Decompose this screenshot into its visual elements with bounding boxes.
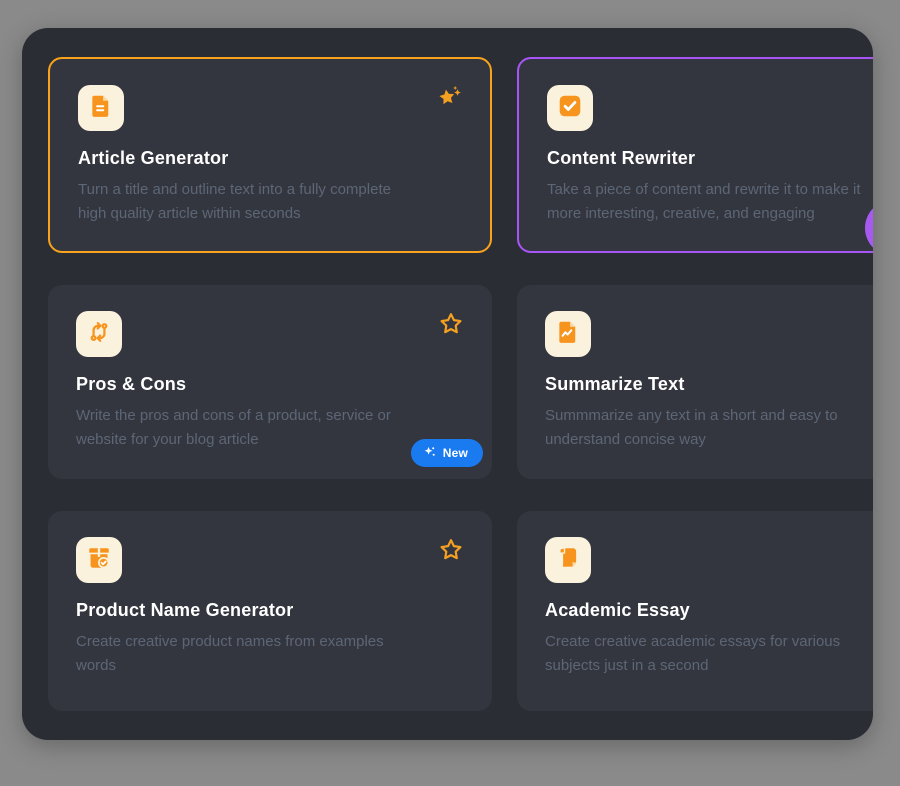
card-article-generator[interactable]: Article Generator Turn a title and outli…	[48, 57, 492, 253]
article-document-icon	[88, 93, 114, 124]
favorite-star-filled-icon[interactable]	[436, 85, 462, 111]
sparkle-icon	[423, 445, 436, 461]
card-content-rewriter[interactable]: Content Rewriter Take a piece of content…	[517, 57, 873, 253]
card-description: Create creative product names from examp…	[76, 630, 464, 678]
tools-panel: Article Generator Turn a title and outli…	[22, 28, 873, 740]
new-badge-label: New	[443, 446, 468, 460]
card-product-name-generator[interactable]: Product Name Generator Create creative p…	[48, 511, 492, 711]
new-badge: New	[411, 439, 483, 467]
card-summarize-text[interactable]: Summarize Text Summmarize any text in a …	[517, 285, 873, 479]
scroll-icon	[555, 545, 581, 576]
icon-tile	[547, 85, 593, 131]
card-academic-essay[interactable]: Academic Essay Create creative academic …	[517, 511, 873, 711]
card-description: Create creative academic essays for vari…	[545, 630, 873, 678]
icon-tile	[76, 537, 122, 583]
card-title: Content Rewriter	[547, 148, 873, 169]
card-title: Pros & Cons	[76, 374, 464, 395]
card-pros-and-cons[interactable]: Pros & Cons Write the pros and cons of a…	[48, 285, 492, 479]
icon-tile	[545, 537, 591, 583]
summary-document-icon	[555, 319, 581, 350]
product-box-icon	[86, 545, 112, 576]
card-title: Article Generator	[78, 148, 462, 169]
card-title: Summarize Text	[545, 374, 873, 395]
favorite-star-outline-icon[interactable]	[438, 537, 464, 563]
checkbox-icon	[557, 93, 583, 124]
card-description: Summmarize any text in a short and easy …	[545, 404, 873, 452]
card-description: Write the pros and cons of a product, se…	[76, 404, 464, 452]
card-description: Turn a title and outline text into a ful…	[78, 178, 462, 226]
swap-arrows-icon	[86, 319, 112, 350]
tools-grid: Article Generator Turn a title and outli…	[48, 57, 873, 711]
card-description: Take a piece of content and rewrite it t…	[547, 178, 873, 226]
card-title: Academic Essay	[545, 600, 873, 621]
icon-tile	[78, 85, 124, 131]
icon-tile	[76, 311, 122, 357]
favorite-star-outline-icon[interactable]	[438, 311, 464, 337]
icon-tile	[545, 311, 591, 357]
card-title: Product Name Generator	[76, 600, 464, 621]
